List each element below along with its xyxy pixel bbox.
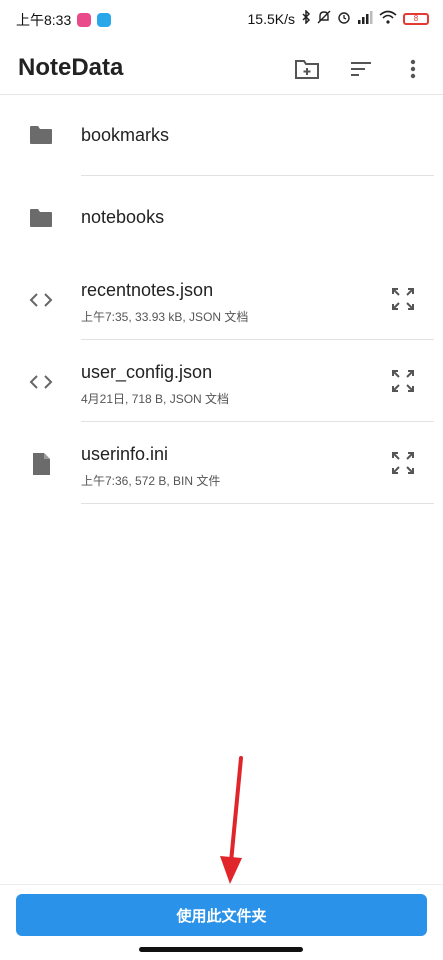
- code-icon: [28, 287, 54, 313]
- battery-level: 8: [413, 14, 419, 23]
- new-folder-icon[interactable]: [294, 56, 320, 82]
- file-name: recentnotes.json: [81, 280, 214, 300]
- status-left: 上午8:33: [16, 10, 112, 30]
- more-vert-icon[interactable]: [400, 56, 426, 82]
- folder-icon: [28, 205, 54, 231]
- divider: [81, 503, 434, 504]
- status-time: 上午8:33: [16, 12, 72, 28]
- file-icon: [28, 451, 54, 477]
- list-item[interactable]: userinfo.ini 上午7:36, 572 B, BIN 文件: [0, 422, 443, 504]
- status-bar: 上午8:33 15.5K/s 8: [0, 0, 443, 36]
- expand-icon[interactable]: [390, 450, 416, 476]
- list-item[interactable]: user_config.json 4月21日, 718 B, JSON 文档: [0, 340, 443, 422]
- list-item[interactable]: notebooks: [0, 176, 443, 258]
- wifi-icon: [379, 10, 397, 27]
- file-name: user_config.json: [81, 362, 213, 382]
- app-notification-icon: [77, 13, 92, 27]
- network-speed: 15.5K/s: [247, 10, 295, 27]
- app-bar: NoteData: [0, 36, 443, 95]
- mute-icon: [317, 10, 331, 27]
- alarm-icon: [337, 10, 351, 27]
- annotation-arrow-icon: [220, 756, 243, 884]
- file-meta: 4月21日, 718 B, JSON 文档: [81, 392, 230, 406]
- gesture-bar[interactable]: [139, 947, 303, 952]
- use-this-folder-button[interactable]: 使用此文件夹: [16, 894, 427, 936]
- code-icon: [28, 369, 54, 395]
- sort-icon[interactable]: [348, 56, 374, 82]
- battery-icon: 8: [403, 12, 429, 25]
- expand-icon[interactable]: [390, 286, 416, 312]
- file-name: notebooks: [81, 207, 165, 227]
- file-name: userinfo.ini: [81, 444, 169, 464]
- file-meta: 上午7:35, 33.93 kB, JSON 文档: [81, 310, 249, 324]
- bluetooth-icon: [301, 9, 311, 27]
- list-item[interactable]: bookmarks: [0, 94, 443, 176]
- file-meta: 上午7:36, 572 B, BIN 文件: [81, 474, 221, 488]
- sync-notification-icon: [97, 13, 112, 27]
- list-item[interactable]: recentnotes.json 上午7:35, 33.93 kB, JSON …: [0, 258, 443, 340]
- expand-icon[interactable]: [390, 368, 416, 394]
- status-right: 15.5K/s 8: [247, 9, 429, 27]
- signal-icon: [357, 10, 373, 27]
- page-title: NoteData: [18, 54, 124, 81]
- file-name: bookmarks: [81, 125, 170, 145]
- bottom-divider: [0, 884, 443, 885]
- folder-icon: [28, 122, 54, 148]
